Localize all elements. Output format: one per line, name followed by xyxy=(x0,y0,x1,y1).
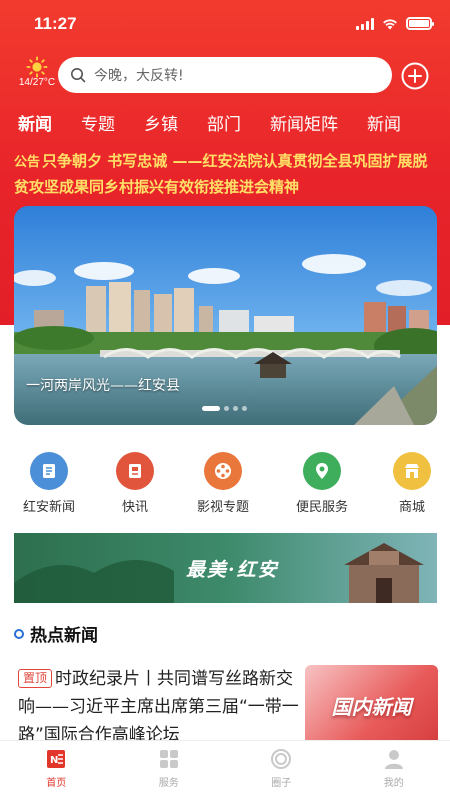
nav-label: 服务 xyxy=(158,778,179,789)
quick-link-shop[interactable]: 商城 xyxy=(372,452,450,515)
home-news-icon: N xyxy=(43,746,69,772)
wifi-icon xyxy=(383,18,397,29)
tab-topics[interactable]: 专题 xyxy=(81,110,115,140)
battery-icon xyxy=(406,17,434,30)
circle-community-icon xyxy=(268,746,294,772)
carousel-dot[interactable] xyxy=(242,406,247,411)
search-icon xyxy=(71,68,86,83)
banner-carousel[interactable]: 一河两岸风光——红安县 xyxy=(14,206,437,425)
news-title-text: 时政纪录片丨共同谱写丝路新交响——习近平主席出席第三届“一带一路”国际合作高峰论… xyxy=(18,669,299,745)
location-pin-icon xyxy=(303,452,341,490)
tab-departments[interactable]: 部门 xyxy=(207,110,241,140)
tab-news-matrix[interactable]: 新闻矩阵 xyxy=(270,110,338,140)
nav-circle[interactable]: 圈子 xyxy=(225,741,338,800)
nav-profile[interactable]: 我的 xyxy=(338,741,450,800)
nav-label: 首页 xyxy=(46,778,67,789)
quick-link-services[interactable]: 便民服务 xyxy=(282,452,362,515)
quick-link-label: 红安新闻 xyxy=(22,500,75,515)
newspaper-icon xyxy=(30,452,68,490)
search-input[interactable]: 今晚，大反转! xyxy=(58,57,392,93)
section-marker-icon xyxy=(14,628,24,639)
promo-title: 最美·红安 xyxy=(186,559,279,581)
nav-label: 我的 xyxy=(383,778,404,789)
news-thumbnail: 国内新闻 xyxy=(305,665,438,745)
sun-icon xyxy=(26,56,48,78)
signal-icon xyxy=(356,17,374,30)
nav-home[interactable]: N 首页 xyxy=(0,741,113,800)
nav-services[interactable]: 服务 xyxy=(113,741,226,800)
quick-link-hongan-news[interactable]: 红安新闻 xyxy=(9,452,89,515)
nav-label: 圈子 xyxy=(271,778,292,789)
film-reel-icon xyxy=(204,452,242,490)
channel-tabs: 新闻 专题 乡镇 部门 新闻矩阵 新闻 xyxy=(18,110,450,140)
grid-services-icon xyxy=(156,746,182,772)
hot-news-header: 热点新闻 xyxy=(14,621,98,646)
shop-icon xyxy=(393,452,431,490)
svg-text:N: N xyxy=(50,755,58,766)
announcement-text: 只争朝夕 书写忠诚 ——红安法院认真贯彻全县巩固扩展脱贫攻坚成果同乡村振兴有效衔… xyxy=(14,152,428,196)
carousel-indicator xyxy=(202,406,247,411)
news-thumbnail-text: 国内新闻 xyxy=(331,694,412,719)
quick-link-flash[interactable]: 快讯 xyxy=(95,452,175,515)
add-plus-icon[interactable] xyxy=(401,62,429,90)
announcement-ticker[interactable]: 公告 只争朝夕 书写忠诚 ——红安法院认真贯彻全县巩固扩展脱贫攻坚成果同乡村振兴有… xyxy=(14,149,439,200)
weather-widget[interactable]: 14/27°C xyxy=(14,56,60,88)
quick-link-film[interactable]: 影视专题 xyxy=(183,452,263,515)
banner-caption: 一河两岸风光——红安县 xyxy=(26,378,180,394)
user-profile-icon xyxy=(381,746,407,772)
status-icons xyxy=(356,17,434,30)
weather-temperature: 14/27°C xyxy=(18,77,56,88)
status-bar: 11:27 xyxy=(0,0,450,50)
tab-news-more[interactable]: 新闻 xyxy=(367,110,401,140)
promo-banner[interactable]: 最美·红安 xyxy=(14,533,437,603)
bottom-nav: N 首页 服务 圈子 我的 xyxy=(0,740,450,800)
quick-links: 红安新闻 快讯 影视专题 便民服务 商城 xyxy=(0,452,450,522)
tab-news[interactable]: 新闻 xyxy=(18,110,52,140)
pin-badge: 置顶 xyxy=(18,669,53,688)
quick-link-label: 商城 xyxy=(398,500,425,515)
carousel-dot[interactable] xyxy=(224,406,229,411)
carousel-dot[interactable] xyxy=(233,406,238,411)
announcement-tag: 公告 xyxy=(14,155,41,170)
search-placeholder: 今晚，大反转! xyxy=(94,68,184,84)
carousel-dot[interactable] xyxy=(202,406,220,411)
quick-link-label: 快讯 xyxy=(121,500,148,515)
tab-towns[interactable]: 乡镇 xyxy=(144,110,178,140)
status-time: 11:27 xyxy=(34,14,77,33)
quick-link-label: 便民服务 xyxy=(295,500,348,515)
section-title: 热点新闻 xyxy=(30,626,98,646)
quick-link-label: 影视专题 xyxy=(196,500,249,515)
news-title: 置顶 时政纪录片丨共同谱写丝路新交响——习近平主席出席第三届“一带一路”国际合作高… xyxy=(18,665,300,749)
flash-news-icon xyxy=(116,452,154,490)
